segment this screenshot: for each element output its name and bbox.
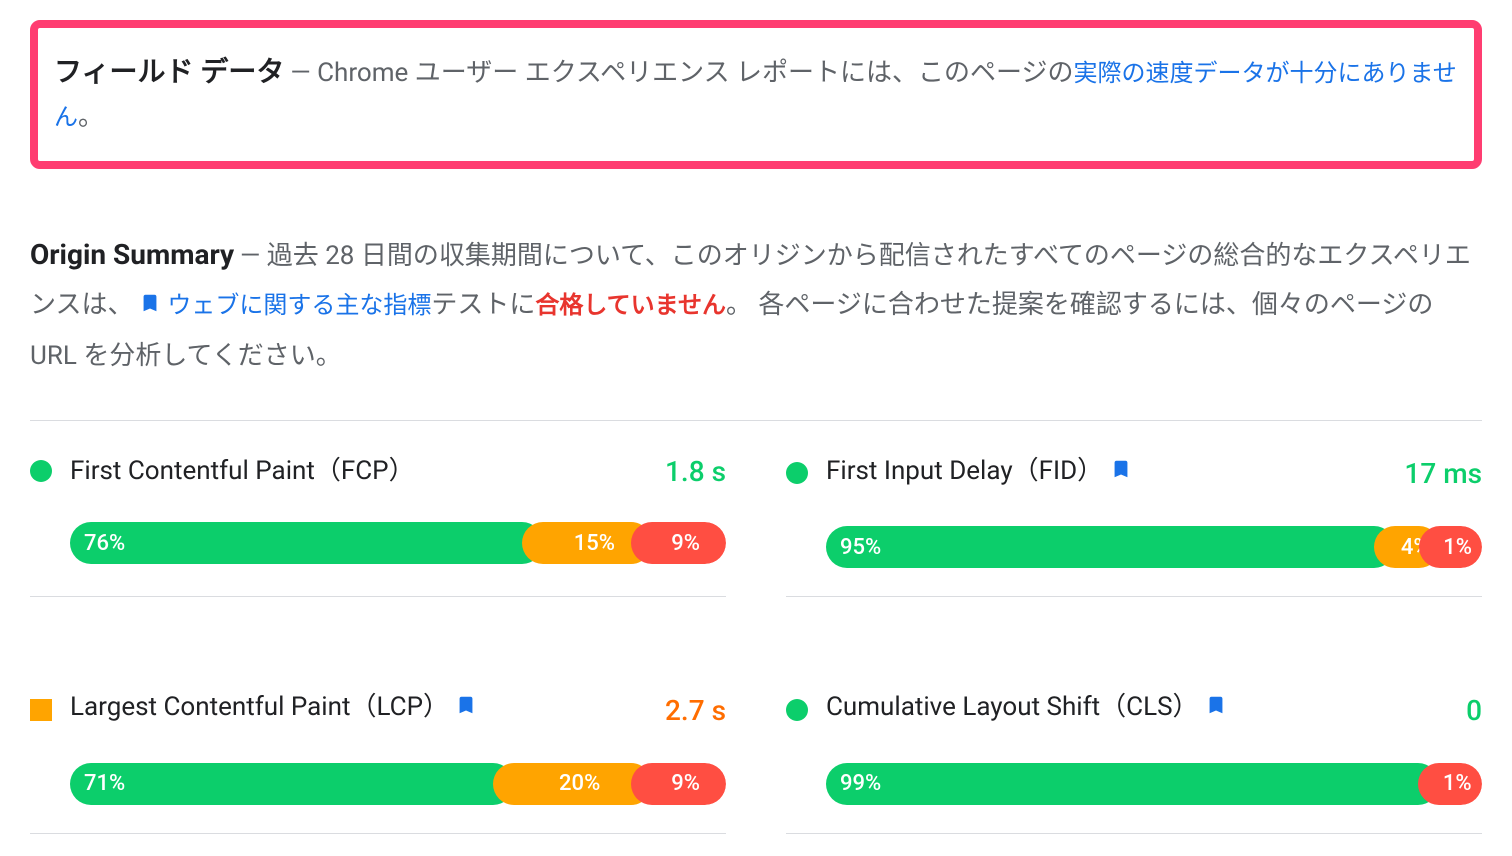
bookmark-icon: [139, 287, 161, 331]
segment-poor: 1%: [1418, 763, 1482, 805]
metric-cls: Cumulative Layout Shift（CLS） 0 99% 1%: [786, 687, 1482, 834]
pct-label: %: [109, 531, 125, 556]
segment-poor-value: 9: [671, 771, 684, 796]
bookmark-icon: [455, 691, 477, 733]
field-data-title: フィールド データ: [54, 55, 284, 88]
distribution-bar: 71% 20% 9%: [30, 763, 726, 805]
segment-needs-value: 4: [1401, 535, 1414, 560]
status-indicator-icon: [30, 460, 52, 482]
field-data-desc-suffix: 。: [78, 102, 104, 132]
pct-label: %: [599, 531, 615, 556]
metric-header: Largest Contentful Paint（LCP） 2.7 s: [30, 687, 726, 733]
metric-header: Cumulative Layout Shift（CLS） 0: [786, 687, 1482, 733]
pct-label: %: [684, 771, 700, 796]
origin-summary-title: Origin Summary: [30, 238, 234, 271]
bookmark-icon: [1110, 455, 1132, 497]
distribution-bar: 95% 4% 1%: [786, 526, 1482, 568]
pct-label: %: [865, 535, 881, 560]
metric-name: Largest Contentful Paint（LCP）: [70, 692, 449, 722]
segment-good-value: 76: [84, 531, 109, 556]
metric-value: 17 ms: [1404, 457, 1482, 490]
field-data-desc-prefix: — Chrome ユーザー エクスペリエンス レポートには、このページの: [290, 58, 1073, 88]
metric-name: Cumulative Layout Shift（CLS）: [826, 692, 1199, 722]
metric-label: First Contentful Paint（FCP）: [70, 451, 647, 493]
segment-good-value: 95: [840, 535, 865, 560]
web-vitals-link[interactable]: ウェブに関する主な指標: [167, 291, 431, 319]
pct-label: %: [684, 531, 700, 556]
segment-poor-value: 1: [1443, 771, 1456, 796]
segment-good: 95%: [826, 526, 1395, 568]
segment-poor: 9%: [631, 763, 726, 805]
metric-label: First Input Delay（FID）: [826, 451, 1386, 497]
field-data-panel: フィールド データ — Chrome ユーザー エクスペリエンス レポートには、…: [30, 20, 1482, 169]
status-indicator-icon: [786, 699, 808, 721]
segment-good: 71%: [70, 763, 514, 805]
metric-label: Largest Contentful Paint（LCP）: [70, 687, 647, 733]
pct-label: %: [109, 771, 125, 796]
segment-needs-value: 15: [574, 531, 599, 556]
origin-summary-panel: Origin Summary — 過去 28 日間の収集期間について、このオリジ…: [30, 229, 1482, 379]
segment-good-value: 99: [840, 771, 865, 796]
metric-fcp: First Contentful Paint（FCP） 1.8 s 76% 15…: [30, 451, 726, 598]
bookmark-icon: [1205, 691, 1227, 733]
segment-poor: 1%: [1419, 526, 1482, 568]
status-indicator-icon: [786, 462, 808, 484]
metric-fid: First Input Delay（FID） 17 ms 95% 4% 1%: [786, 451, 1482, 598]
segment-poor: 9%: [631, 522, 726, 564]
metric-name: First Contentful Paint（FCP）: [70, 456, 415, 486]
metric-value: 2.7 s: [665, 694, 726, 727]
origin-summary-mid: テストに: [431, 290, 535, 320]
pct-label: %: [1456, 535, 1472, 560]
segment-needs: 20%: [493, 763, 652, 805]
pct-label: %: [865, 771, 881, 796]
segment-good: 76%: [70, 522, 543, 564]
metric-value: 0: [1466, 694, 1482, 727]
metric-label: Cumulative Layout Shift（CLS）: [826, 687, 1448, 733]
metric-name: First Input Delay（FID）: [826, 456, 1103, 486]
metrics-grid: First Contentful Paint（FCP） 1.8 s 76% 15…: [30, 420, 1482, 834]
segment-good: 99%: [826, 763, 1439, 805]
metric-value: 1.8 s: [665, 455, 726, 488]
pct-label: %: [584, 771, 600, 796]
metric-lcp: Largest Contentful Paint（LCP） 2.7 s 71% …: [30, 687, 726, 834]
distribution-bar: 76% 15% 9%: [30, 522, 726, 564]
pct-label: %: [1455, 771, 1471, 796]
segment-poor-value: 9: [671, 531, 684, 556]
segment-needs-value: 20: [559, 771, 584, 796]
distribution-bar: 99% 1%: [786, 763, 1482, 805]
metric-header: First Contentful Paint（FCP） 1.8 s: [30, 451, 726, 493]
segment-poor-value: 1: [1443, 535, 1456, 560]
segment-good-value: 71: [84, 771, 109, 796]
status-indicator-icon: [30, 699, 52, 721]
metric-header: First Input Delay（FID） 17 ms: [786, 451, 1482, 497]
origin-summary-fail: 合格していません: [535, 291, 726, 319]
